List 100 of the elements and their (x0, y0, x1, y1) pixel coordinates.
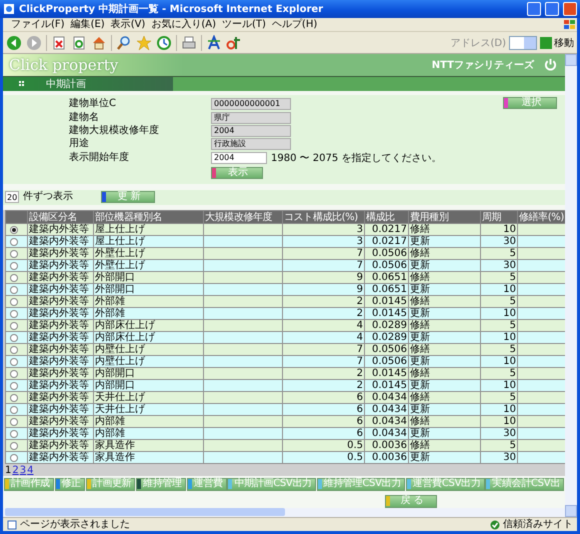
table-cell: 0.0036 (364, 440, 408, 452)
row-radio[interactable] (10, 394, 18, 402)
menu-item[interactable]: ファイル(F) (11, 18, 65, 30)
column-header: 周期 (480, 210, 518, 224)
table-cell: 6 (282, 416, 364, 428)
row-radio[interactable] (10, 454, 18, 462)
year-input[interactable]: 2004 (211, 152, 267, 164)
table-cell: 建築内外装等 (28, 332, 94, 344)
menu-item[interactable]: ヘルプ(H) (272, 18, 318, 30)
table-cell: 3 (282, 236, 364, 248)
row-radio[interactable] (10, 298, 18, 306)
table-cell: 修繕 (408, 272, 480, 284)
table-cell: 0.0145 (364, 368, 408, 380)
row-radio[interactable] (10, 358, 18, 366)
table-cell: 更新 (408, 332, 480, 344)
table-cell: 7 (282, 344, 364, 356)
address-field[interactable] (509, 36, 537, 50)
table-cell: 0.0506 (364, 248, 408, 260)
windows-flag-icon (563, 18, 577, 30)
table-cell: 建築内外装等 (28, 416, 94, 428)
table-cell: 9 (282, 284, 364, 296)
row-radio[interactable] (10, 442, 18, 450)
close-button[interactable] (563, 2, 577, 16)
table-cell: 2 (282, 308, 364, 320)
menu-item[interactable]: お気に入り(A) (151, 18, 216, 30)
table-cell: 更新 (408, 380, 480, 392)
row-radio[interactable] (10, 406, 18, 414)
table-cell: 建築内外装等 (28, 380, 94, 392)
go-button[interactable]: 移動 (540, 36, 574, 50)
row-radio[interactable] (10, 322, 18, 330)
menu-item[interactable]: ツール(T) (222, 18, 266, 30)
table-cell: 内部雑 (94, 416, 204, 428)
address-label: アドレス(D) (450, 36, 506, 50)
home-icon[interactable] (91, 34, 107, 50)
table-cell: 建築内外装等 (28, 236, 94, 248)
menu-item[interactable]: 編集(E) (70, 18, 105, 30)
row-radio[interactable] (10, 430, 18, 438)
back-icon[interactable] (6, 34, 22, 50)
row-radio[interactable] (10, 262, 18, 270)
page-link[interactable]: 3 (20, 464, 26, 476)
table-cell: 建築内外装等 (28, 248, 94, 260)
range-hint: 1980 〜 2075 を指定してください。 (271, 152, 442, 165)
translate-icon[interactable] (226, 34, 242, 50)
power-icon[interactable] (544, 58, 557, 72)
table-cell: 天井仕上げ (94, 392, 204, 404)
forward-icon[interactable] (26, 34, 42, 50)
row-radio[interactable] (10, 334, 18, 342)
row-radio[interactable] (10, 310, 18, 318)
search-icon[interactable] (116, 34, 132, 50)
font-size-icon[interactable] (206, 34, 222, 50)
table-cell: 更新 (408, 452, 480, 464)
field-label: 建物大規模改修年度 (69, 124, 160, 137)
maximize-button[interactable] (545, 2, 559, 16)
row-radio[interactable] (10, 226, 18, 234)
table-cell: 6 (282, 428, 364, 440)
table-cell: 2 (282, 380, 364, 392)
page-link[interactable]: 2 (12, 464, 19, 476)
page-link[interactable]: 4 (27, 464, 34, 476)
zone-text: 信頼済みサイト (503, 518, 573, 530)
table-cell: 修繕 (408, 392, 480, 404)
current-page[interactable]: 1 (5, 464, 12, 476)
table-cell: 更新 (408, 260, 480, 272)
stop-icon[interactable] (51, 34, 67, 50)
table-cell: 0.0434 (364, 428, 408, 440)
row-radio[interactable] (10, 286, 18, 294)
table-cell: 内部雑 (94, 428, 204, 440)
column-header: 設備区分名 (28, 210, 94, 224)
menu-item[interactable]: 表示(V) (110, 18, 146, 30)
field-label: 建物名 (69, 112, 100, 124)
table-cell: 修繕 (408, 416, 480, 428)
page-size-label: 件ずつ表示 (23, 191, 73, 204)
row-radio[interactable] (10, 370, 18, 378)
table-cell: 建築内外装等 (28, 224, 94, 236)
column-header: コスト構成比(%) (282, 210, 364, 224)
table-cell: 0.0506 (364, 356, 408, 368)
row-radio[interactable] (10, 238, 18, 246)
table-cell: 0.0145 (364, 308, 408, 320)
row-radio[interactable] (10, 382, 18, 390)
table-cell: 0.0036 (364, 452, 408, 464)
table-cell: 0.0434 (364, 404, 408, 416)
table-cell: 9 (282, 272, 364, 284)
horizontal-scrollbar[interactable] (3, 508, 565, 517)
page-icon (7, 520, 17, 530)
table-cell: 外壁仕上げ (94, 248, 204, 260)
row-radio[interactable] (10, 418, 18, 426)
table-cell: 建築内外装等 (28, 272, 94, 284)
row-radio[interactable] (10, 250, 18, 258)
minimize-button[interactable] (527, 2, 541, 16)
row-radio[interactable] (10, 274, 18, 282)
row-radio[interactable] (10, 346, 18, 354)
table-cell: 修繕 (408, 440, 480, 452)
history-icon[interactable] (156, 34, 172, 50)
table-cell: 建築内外装等 (28, 356, 94, 368)
page-size-input[interactable]: 20 (5, 191, 19, 204)
readonly-field: 2004 (211, 124, 291, 137)
table-cell: 天井仕上げ (94, 404, 204, 416)
browser-icon (3, 3, 15, 15)
refresh-icon[interactable] (71, 34, 87, 50)
print-icon[interactable] (181, 34, 197, 50)
vertical-scrollbar[interactable] (565, 54, 577, 517)
